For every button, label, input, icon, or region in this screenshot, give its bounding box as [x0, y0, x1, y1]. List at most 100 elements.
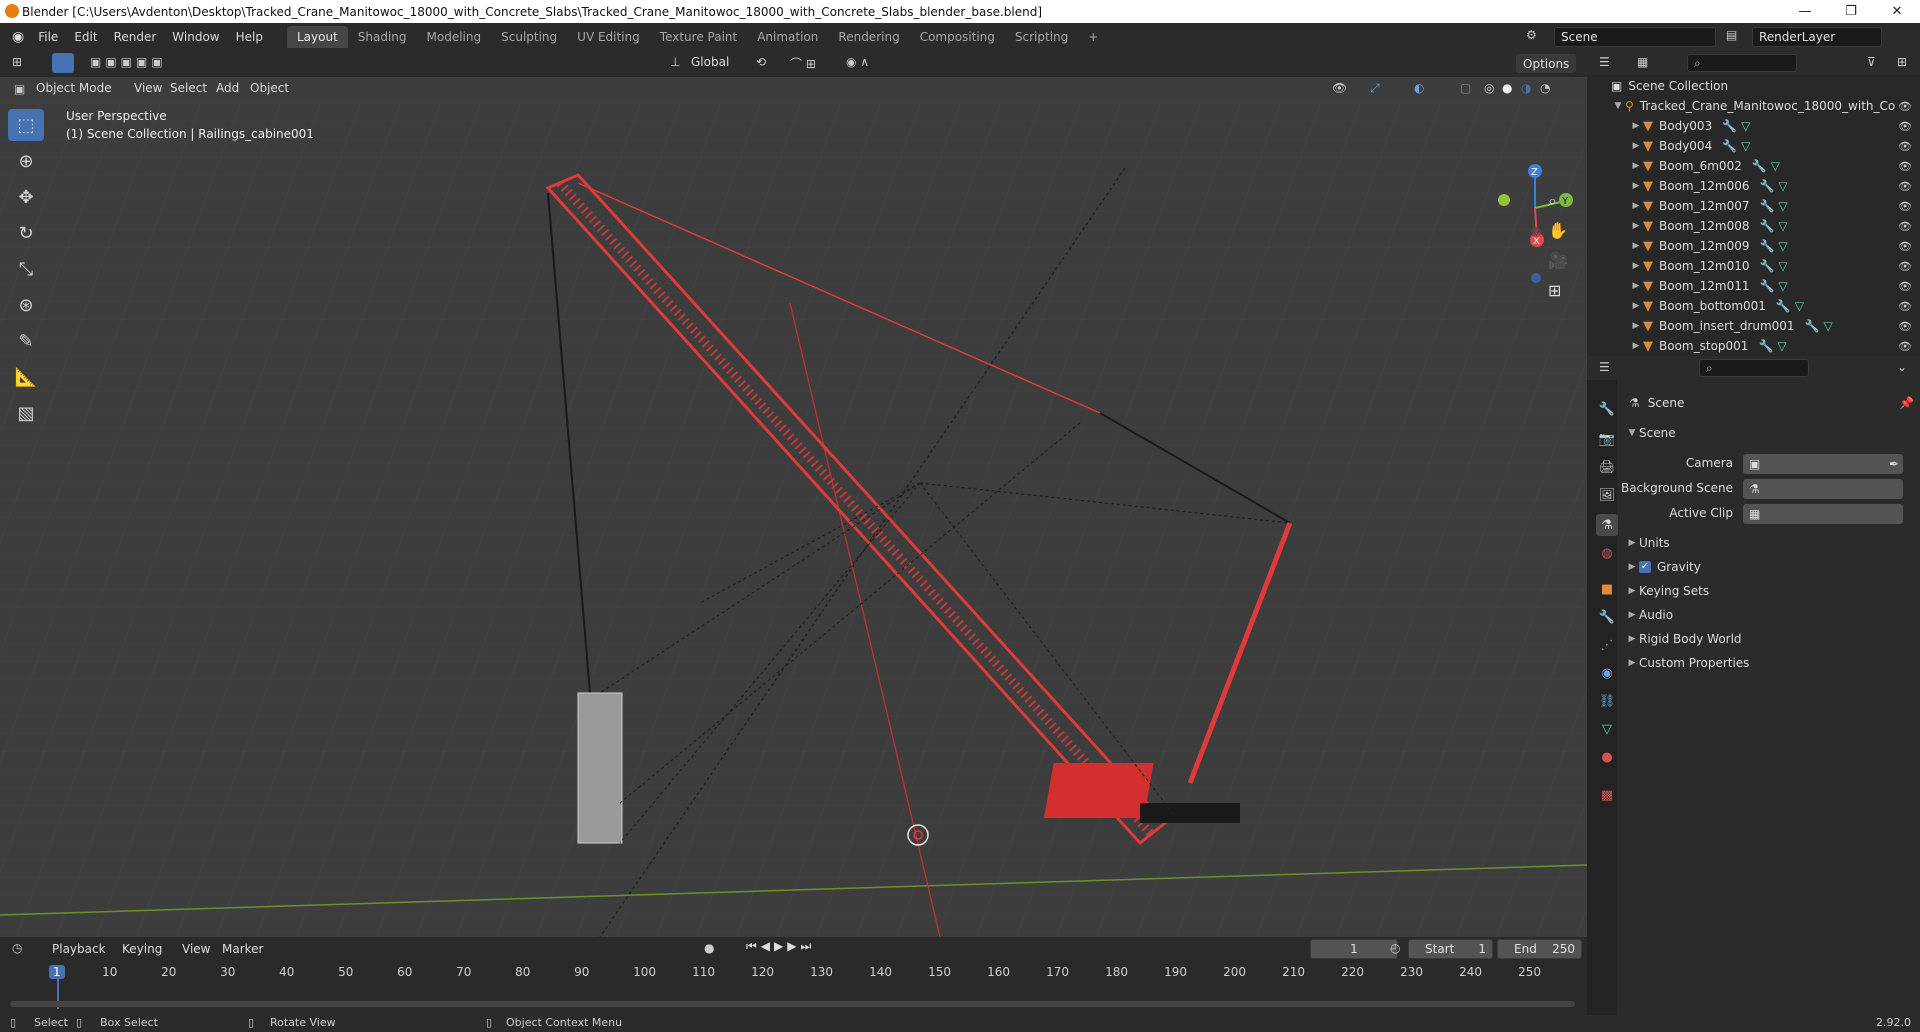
clock-icon[interactable]: ◴	[1390, 941, 1400, 955]
3d-viewport[interactable]: ⊞ ▣▣▣▣▣ ⊥ Global ⟲ ⌒ ⊞ ◉ ∧ Options ▣ Obj…	[0, 51, 1587, 937]
crane-body[interactable]	[1043, 763, 1154, 818]
outliner-item[interactable]: ▶ ▼ Boom_12m007 🔧 ▽ 👁	[1587, 196, 1920, 216]
transform-tool-icon[interactable]: ⊛	[8, 289, 44, 321]
outliner-item[interactable]: ▶ ▼ Boom_12m011 🔧 ▽ 👁	[1587, 276, 1920, 296]
mesh-data-icon[interactable]: ▽	[1778, 219, 1787, 233]
measure-tool-icon[interactable]: 📐	[8, 361, 44, 393]
visibility-eye-icon[interactable]: 👁	[1898, 100, 1912, 113]
visibility-eye-icon[interactable]: 👁	[1898, 220, 1912, 233]
zoom-icon[interactable]: ⌕	[1548, 191, 1578, 221]
tab-scripting[interactable]: Scripting	[1005, 26, 1078, 48]
modifier-icon[interactable]: 🔧	[1759, 199, 1774, 213]
expand-arrow-icon[interactable]: ▶	[1629, 201, 1643, 211]
menu-file[interactable]: File	[30, 28, 66, 46]
current-frame-indicator[interactable]: 1	[49, 965, 65, 979]
tab-modeling[interactable]: Modeling	[417, 26, 492, 48]
viewport-menu-object[interactable]: Object	[242, 79, 297, 97]
outliner-item[interactable]: ▶ ▼ Boom_12m009 🔧 ▽ 👁	[1587, 236, 1920, 256]
modifier-tab-icon[interactable]: 🔧	[1596, 606, 1618, 628]
outliner-item[interactable]: ▶ ▼ Boom_insert_drum001 🔧 ▽ 👁	[1587, 316, 1920, 336]
tab-sculpting[interactable]: Sculpting	[491, 26, 567, 48]
expand-arrow-icon[interactable]: ▶	[1629, 281, 1643, 291]
gizmo-neg-y-handle[interactable]	[1498, 194, 1510, 206]
camera-field[interactable]: ▣ ✒	[1743, 454, 1903, 474]
mesh-data-icon[interactable]: ▽	[1824, 319, 1833, 333]
timeline-menu-marker[interactable]: Marker	[214, 940, 271, 958]
expand-arrow-icon[interactable]: ▶	[1629, 301, 1643, 311]
background-scene-field[interactable]: ⚗	[1743, 479, 1903, 499]
proportional-edit-icon[interactable]: ◉ ∧	[846, 55, 869, 69]
custom-properties-panel-header[interactable]: ▶ Custom Properties	[1625, 656, 1750, 670]
timeline-menu-view[interactable]: View	[174, 940, 218, 958]
object-mode-dropdown[interactable]: Object Mode	[28, 79, 120, 97]
mesh-data-icon[interactable]: ▽	[1741, 119, 1750, 133]
gravity-checkbox[interactable]: ✓	[1639, 561, 1651, 573]
tab-uv-editing[interactable]: UV Editing	[567, 26, 650, 48]
cursor-tool-icon[interactable]: ⊕	[8, 145, 44, 177]
properties-search-field[interactable]: ⌕	[1699, 359, 1809, 377]
object-tab-icon[interactable]: ■	[1596, 578, 1618, 600]
outliner-item[interactable]: ▶ ▼ Body003 🔧 ▽ 👁	[1587, 116, 1920, 136]
orientation-dropdown[interactable]: Global	[683, 53, 737, 71]
visibility-eye-icon[interactable]: 👁	[1898, 120, 1912, 133]
current-frame-field[interactable]: 1	[1310, 939, 1398, 959]
expand-arrow-icon[interactable]: ▶	[1629, 341, 1643, 351]
display-mode-icon[interactable]: ▦	[1637, 55, 1648, 69]
scene-tab-icon[interactable]: ⚗	[1596, 514, 1618, 536]
visibility-eye-icon[interactable]: 👁	[1898, 320, 1912, 333]
scale-tool-icon[interactable]: ⤡	[8, 253, 44, 285]
output-tab-icon[interactable]: 🖨	[1596, 456, 1618, 478]
mesh-data-icon[interactable]: ▽	[1778, 199, 1787, 213]
render-tab-icon[interactable]: 📷	[1596, 428, 1618, 450]
modifier-icon[interactable]: 🔧	[1759, 179, 1774, 193]
physics-tab-icon[interactable]: ◉	[1596, 662, 1618, 684]
concrete-slabs[interactable]	[577, 692, 623, 844]
outliner-scene-collection[interactable]: ▣ Scene Collection	[1587, 76, 1920, 96]
outliner-item[interactable]: ▶ ▼ Boom_stop001 🔧 ▽ 👁	[1587, 336, 1920, 356]
tab-shading[interactable]: Shading	[348, 26, 417, 48]
mesh-data-icon[interactable]: ▽	[1741, 139, 1750, 153]
timeline-menu-keying[interactable]: Keying	[114, 940, 170, 958]
move-tool-icon[interactable]: ✥	[8, 181, 44, 213]
visibility-eye-icon[interactable]: 👁	[1898, 260, 1912, 273]
particles-tab-icon[interactable]: ⋰	[1596, 634, 1618, 656]
start-frame-field[interactable]: Start 1	[1408, 939, 1493, 959]
visibility-eye-icon[interactable]: 👁	[1898, 340, 1912, 353]
modifier-icon[interactable]: 🔧	[1722, 119, 1737, 133]
tab-animation[interactable]: Animation	[747, 26, 828, 48]
modifier-icon[interactable]: 🔧	[1759, 279, 1774, 293]
data-tab-icon[interactable]: ▽	[1596, 718, 1618, 740]
select-box-tool-icon[interactable]: ⬚	[8, 109, 44, 141]
visibility-eye-icon[interactable]: 👁	[1898, 140, 1912, 153]
modifier-icon[interactable]: 🔧	[1758, 339, 1773, 353]
world-tab-icon[interactable]: ◍	[1596, 542, 1618, 564]
box-select-modes-icon[interactable]: ▣▣▣▣▣	[90, 55, 167, 69]
mesh-data-icon[interactable]: ▽	[1778, 239, 1787, 253]
keying-sets-panel-header[interactable]: ▶ Keying Sets	[1625, 584, 1710, 598]
expand-arrow-icon[interactable]: ▶	[1629, 261, 1643, 271]
maximize-button[interactable]: ❐	[1828, 0, 1874, 23]
outliner-item[interactable]: ▶ ▼ Boom_12m008 🔧 ▽ 👁	[1587, 216, 1920, 236]
modifier-icon[interactable]: 🔧	[1805, 319, 1820, 333]
viewport-scene[interactable]: Z Y X	[0, 103, 1587, 937]
ortho-grid-icon[interactable]: ⊞	[1548, 281, 1578, 311]
modifier-icon[interactable]: 🔧	[1752, 159, 1767, 173]
mesh-data-icon[interactable]: ▽	[1771, 159, 1780, 173]
active-clip-field[interactable]: ▦	[1743, 504, 1903, 524]
tool-tab-icon[interactable]: 🔧	[1596, 398, 1618, 420]
mesh-data-icon[interactable]: ▽	[1778, 259, 1787, 273]
menu-help[interactable]: Help	[228, 28, 271, 46]
outliner-editor-icon[interactable]: ☰	[1599, 55, 1610, 69]
camera-view-icon[interactable]: 🎥	[1548, 251, 1578, 281]
expand-arrow-icon[interactable]: ▶	[1629, 221, 1643, 231]
visibility-icon[interactable]: 👁	[1332, 81, 1347, 95]
mesh-data-icon[interactable]: ▽	[1795, 299, 1804, 313]
eyedropper-icon[interactable]: ✒	[1889, 457, 1899, 471]
pin-icon[interactable]: 📌	[1899, 396, 1914, 410]
gravity-panel-header[interactable]: ▶ ✓ Gravity	[1625, 560, 1701, 574]
timeline-menu-playback[interactable]: Playback	[44, 940, 114, 958]
visibility-eye-icon[interactable]: 👁	[1898, 160, 1912, 173]
record-icon[interactable]: ●	[704, 941, 714, 955]
expand-arrow-icon[interactable]: ▶	[1629, 321, 1643, 331]
timeline-scrollbar[interactable]	[10, 1001, 1575, 1007]
